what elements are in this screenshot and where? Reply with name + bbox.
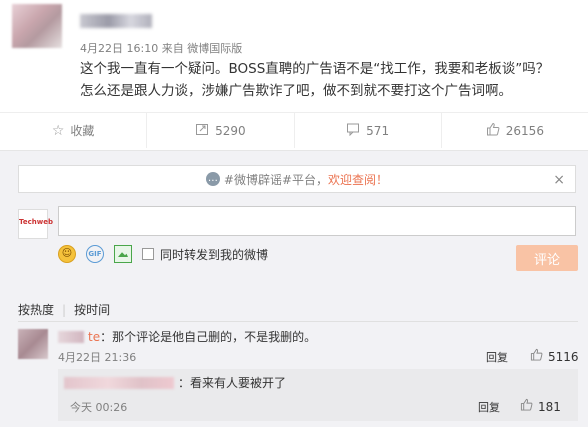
sort-by-time[interactable]: 按时间 [74, 301, 110, 318]
favorite-button[interactable]: ☆ 收藏 [0, 113, 146, 148]
reply-button[interactable]: 回复 [486, 349, 508, 365]
repost-button[interactable]: 5290 [146, 113, 293, 148]
thumb-up-icon [520, 398, 533, 415]
repost-count: 5290 [215, 123, 246, 138]
reply-reply-button[interactable]: 回复 [478, 399, 500, 415]
comment-text: te：那个评论是他自己删的，不是我删的。 [58, 328, 316, 345]
divider [18, 321, 578, 322]
current-user-avatar[interactable]: Techweb [18, 209, 53, 239]
also-repost-checkbox[interactable] [142, 248, 154, 260]
post-content-line-2: 怎么还是跟人力谈，涉嫌广告欺诈了吧，做不到就不要打这个广告词啊。 [80, 83, 512, 99]
reply-text: ：看来有人要被开了 [178, 376, 287, 390]
sub-reply: ：看来有人要被开了 今天 00:26 回复 181 [58, 369, 578, 421]
info-icon: … [205, 172, 220, 186]
sort-divider: | [62, 302, 67, 317]
comment-sort: 按热度 | 按时间 [18, 301, 110, 318]
favorite-label: 收藏 [70, 124, 95, 138]
like-count: 26156 [505, 123, 544, 138]
post-action-bar: ☆ 收藏 5290 571 26156 [0, 112, 588, 148]
star-icon: ☆ [51, 122, 65, 139]
reply-time: 今天 00:26 [70, 401, 128, 414]
gif-icon[interactable]: GIF [86, 245, 104, 263]
commenter-avatar[interactable] [18, 329, 48, 359]
reply-like-button[interactable]: 181 [520, 398, 561, 415]
weibo-post: 4月22日 16:10 来自 微博国际版 这个我一直有一个疑问。BOSS直聘的广… [0, 0, 588, 148]
comment-time: 4月22日 21:36 [58, 351, 137, 364]
rumor-notice-banner: … #微博辟谣#平台， 欢迎查阅！ × [18, 165, 576, 193]
thumb-up-icon [486, 122, 500, 140]
also-repost-label[interactable]: 同时转发到我的微博 [160, 246, 268, 263]
comment-like-count: 5116 [548, 349, 579, 364]
comment-body: ：那个评论是他自己删的，不是我删的。 [100, 330, 317, 344]
emoji-icon[interactable]: ☺ [58, 245, 76, 263]
post-date[interactable]: 4月22日 16:10 [80, 42, 158, 55]
comment-count: 571 [366, 123, 390, 138]
composer-toolbar: ☺ GIF 同时转发到我的微博 [58, 243, 268, 265]
post-source[interactable]: 微博国际版 [187, 42, 242, 55]
comment-section: … #微博辟谣#平台， 欢迎查阅！ × Techweb ☺ GIF 同时转发到我… [0, 150, 588, 427]
comment-like-button[interactable]: 5116 [530, 348, 579, 365]
post-meta: 4月22日 16:10 来自 微博国际版 [80, 40, 242, 56]
close-icon[interactable]: × [553, 172, 565, 188]
like-button[interactable]: 26156 [440, 113, 588, 148]
reply-author-redacted[interactable] [64, 377, 174, 389]
author-name[interactable] [80, 14, 152, 28]
post-content: 这个我一直有一个疑问。BOSS直聘的广告语不是“找工作，我要和老板谈”吗？ 怎么… [80, 58, 580, 102]
commenter-name[interactable]: te [88, 330, 100, 344]
reply-like-count: 181 [538, 399, 561, 414]
post-source-prefix: 来自 [161, 42, 184, 55]
comment-icon [346, 122, 360, 140]
post-content-line-1: 这个我一直有一个疑问。BOSS直聘的广告语不是“找工作，我要和老板谈”吗？ [80, 61, 550, 77]
comment-button[interactable]: 571 [293, 113, 441, 148]
submit-comment-button[interactable]: 评论 [516, 245, 578, 271]
author-avatar[interactable] [12, 4, 62, 48]
notice-link[interactable]: 欢迎查阅！ [328, 171, 388, 188]
comment-input[interactable] [58, 206, 576, 236]
sort-by-hot[interactable]: 按热度 [18, 301, 54, 318]
notice-text: #微博辟谣#平台， [223, 172, 329, 187]
thumb-up-icon [530, 348, 543, 365]
repost-icon [195, 122, 209, 140]
image-icon[interactable] [114, 245, 132, 263]
